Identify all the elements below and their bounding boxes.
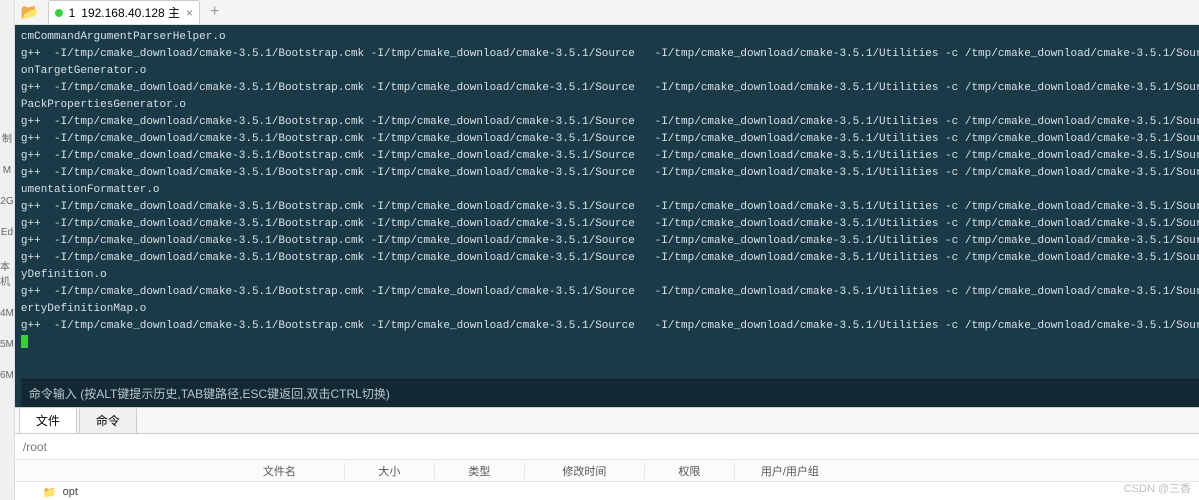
col-perm[interactable]: 权限 [645, 463, 735, 479]
file-name: opt [63, 486, 78, 498]
tab-title: 192.168.40.128 主 [81, 4, 180, 21]
command-bar: 历史 选项 ⚡ 📋 ⧉ 🔍 ⚙ ⋯ [21, 379, 1199, 407]
col-type[interactable]: 类型 [435, 463, 525, 479]
tab-num: 1 [69, 6, 76, 20]
path-input[interactable] [15, 440, 1199, 454]
left-gutter: 制M2G Ed本机4M 5M6M [0, 0, 15, 500]
file-header: 文件名 大小 类型 修改时间 权限 用户/用户组 [15, 460, 1199, 482]
watermark: CSDN @三香 [1124, 480, 1191, 496]
folder-open-icon[interactable]: 📂 [21, 3, 40, 21]
terminal-output[interactable]: cmCommandArgumentParserHelper.o g++ -I/t… [21, 29, 1199, 375]
session-tab[interactable]: 1 192.168.40.128 主 × [48, 0, 200, 24]
col-name[interactable]: 文件名 [215, 463, 345, 479]
folder-icon: 📁 [43, 486, 57, 499]
lower-tabs: 文件 命令 [15, 408, 1199, 434]
col-size[interactable]: 大小 [345, 463, 435, 479]
session-tabbar: 📂 1 192.168.40.128 主 × + [15, 0, 1199, 25]
tab-files[interactable]: 文件 [19, 407, 77, 433]
file-panel: 文件 命令 历史 ⟳ ↥ ↧ ⇪ 文件名 大小 类型 修改时间 权限 用户/用户… [15, 407, 1199, 500]
tab-cmds[interactable]: 命令 [79, 407, 137, 433]
add-tab-button[interactable]: + [210, 3, 219, 21]
status-dot-icon [55, 9, 63, 17]
col-owner[interactable]: 用户/用户组 [735, 463, 845, 479]
file-row[interactable]: 📁 opt [15, 482, 1199, 500]
col-mtime[interactable]: 修改时间 [525, 463, 645, 479]
close-icon[interactable]: × [186, 6, 193, 20]
path-row: 历史 ⟳ ↥ ↧ ⇪ [15, 434, 1199, 460]
terminal-panel: cmCommandArgumentParserHelper.o g++ -I/t… [15, 25, 1199, 407]
command-input[interactable] [29, 387, 1199, 401]
